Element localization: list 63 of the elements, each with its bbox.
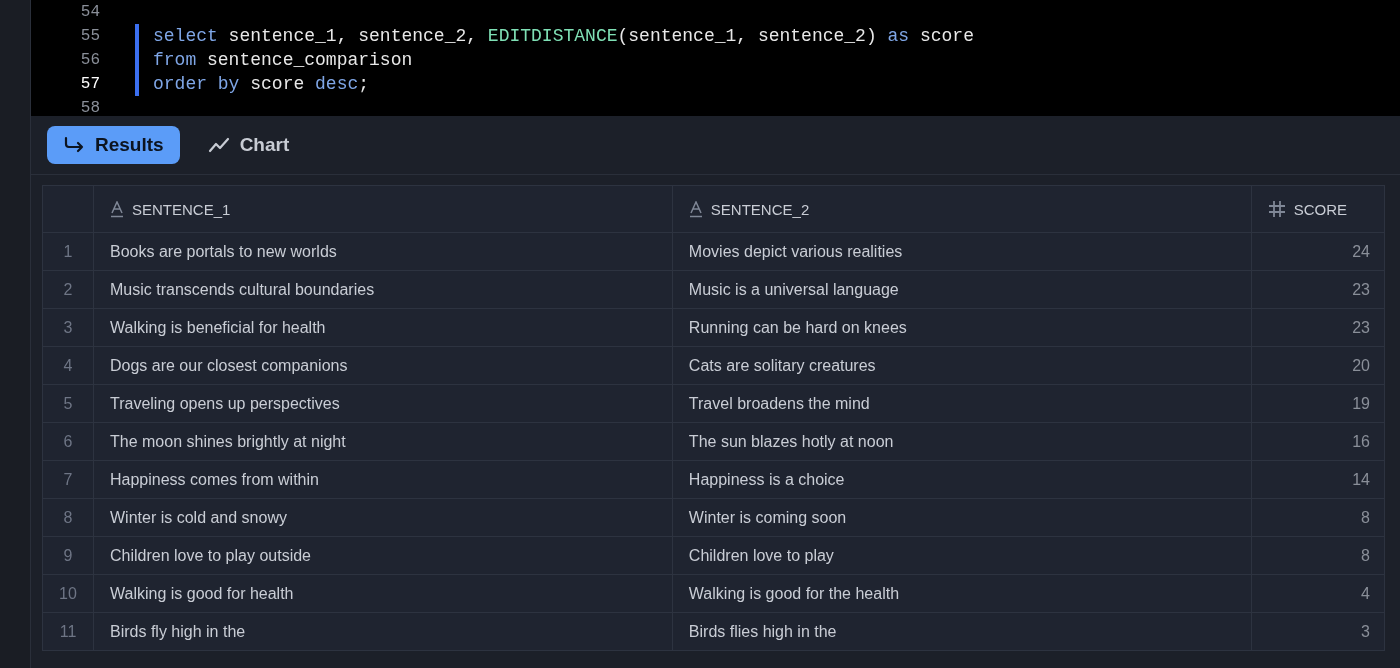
row-number: 6 [63,432,73,450]
table-cell: 20 [1352,356,1370,374]
table-cell: Walking is good for health [110,584,294,602]
code-editor[interactable]: 54 55 select sentence_1, sentence_2, EDITDISTANCE(sentence_1, sentence_2) as score 56 from sentence_comparison 57 order by score desc; 58 [31,0,1400,116]
code-line: select sentence_1, sentence_2, EDITDISTANCE(sentence_1, sentence_2) as score [153,26,974,46]
table-cell: Cats are solitary creatures [688,356,876,374]
table-cell: 19 [1352,394,1370,412]
hash-icon [1267,200,1286,218]
table-cell: Children love to play outside [110,546,311,564]
line-number: 54 [79,3,100,21]
table-cell: 14 [1352,470,1370,488]
table-cell: 16 [1352,432,1370,450]
table-cell: 24 [1352,242,1370,260]
row-number: 11 [59,622,77,640]
table-cell: 4 [1361,584,1370,602]
column-header[interactable]: SENTENCE_2 [710,200,810,218]
chart-tab[interactable]: Chart [191,126,306,164]
table-cell: Music transcends cultural boundaries [110,280,375,298]
table-cell: 8 [1361,508,1370,526]
table-cell: 3 [1361,622,1370,640]
table-cell: The moon shines brightly at night [110,432,346,450]
table-cell: Music is a universal language [688,280,899,298]
line-chart-icon [207,137,230,153]
table-cell: Winter is cold and snowy [110,508,287,526]
table-cell: Dogs are our closest companions [110,356,348,374]
column-header[interactable]: SCORE [1293,200,1348,218]
results-tab[interactable]: Results [47,126,180,164]
table-cell: Children love to play [688,546,834,564]
row-number: 1 [63,242,73,260]
table-cell: Running can be hard on knees [688,318,907,336]
row-number: 2 [63,280,73,298]
table-cell: Travel broadens the mind [688,394,870,412]
table-cell: Birds flies high in the [688,622,837,640]
table-cell: Walking is good for the health [688,584,900,602]
table-cell: Happiness is a choice [688,470,845,488]
code-line: from sentence_comparison [153,50,413,70]
text-type-icon [110,200,124,218]
table-cell: 8 [1361,546,1370,564]
row-number: 7 [63,470,73,488]
line-number: 55 [79,27,100,45]
code-line: order by score desc; [153,74,370,94]
column-header[interactable]: SENTENCE_1 [132,200,231,218]
line-number: 56 [79,51,100,69]
row-number: 3 [63,318,73,336]
row-number: 8 [63,508,73,526]
table-cell: 23 [1352,318,1370,336]
text-type-icon [688,200,703,218]
table-cell: The sun blazes hotly at noon [688,432,894,450]
table-cell: Walking is beneficial for health [110,318,326,336]
return-arrow-icon [63,136,85,154]
row-number: 4 [63,356,73,374]
row-number: 5 [63,394,73,412]
row-number: 10 [59,584,77,602]
table-cell: Books are portals to new worlds [110,242,337,260]
table-cell: Movies depict various realities [688,242,903,260]
table-cell: Happiness comes from within [110,470,319,488]
table-cell: 23 [1352,280,1370,298]
table-cell: Winter is coming soon [688,508,847,526]
table-cell: Traveling opens up perspectives [110,394,340,412]
row-number: 9 [63,546,73,564]
line-number: 57 [79,75,100,93]
line-number: 58 [79,99,100,116]
table-cell: Birds fly high in the [110,622,246,640]
